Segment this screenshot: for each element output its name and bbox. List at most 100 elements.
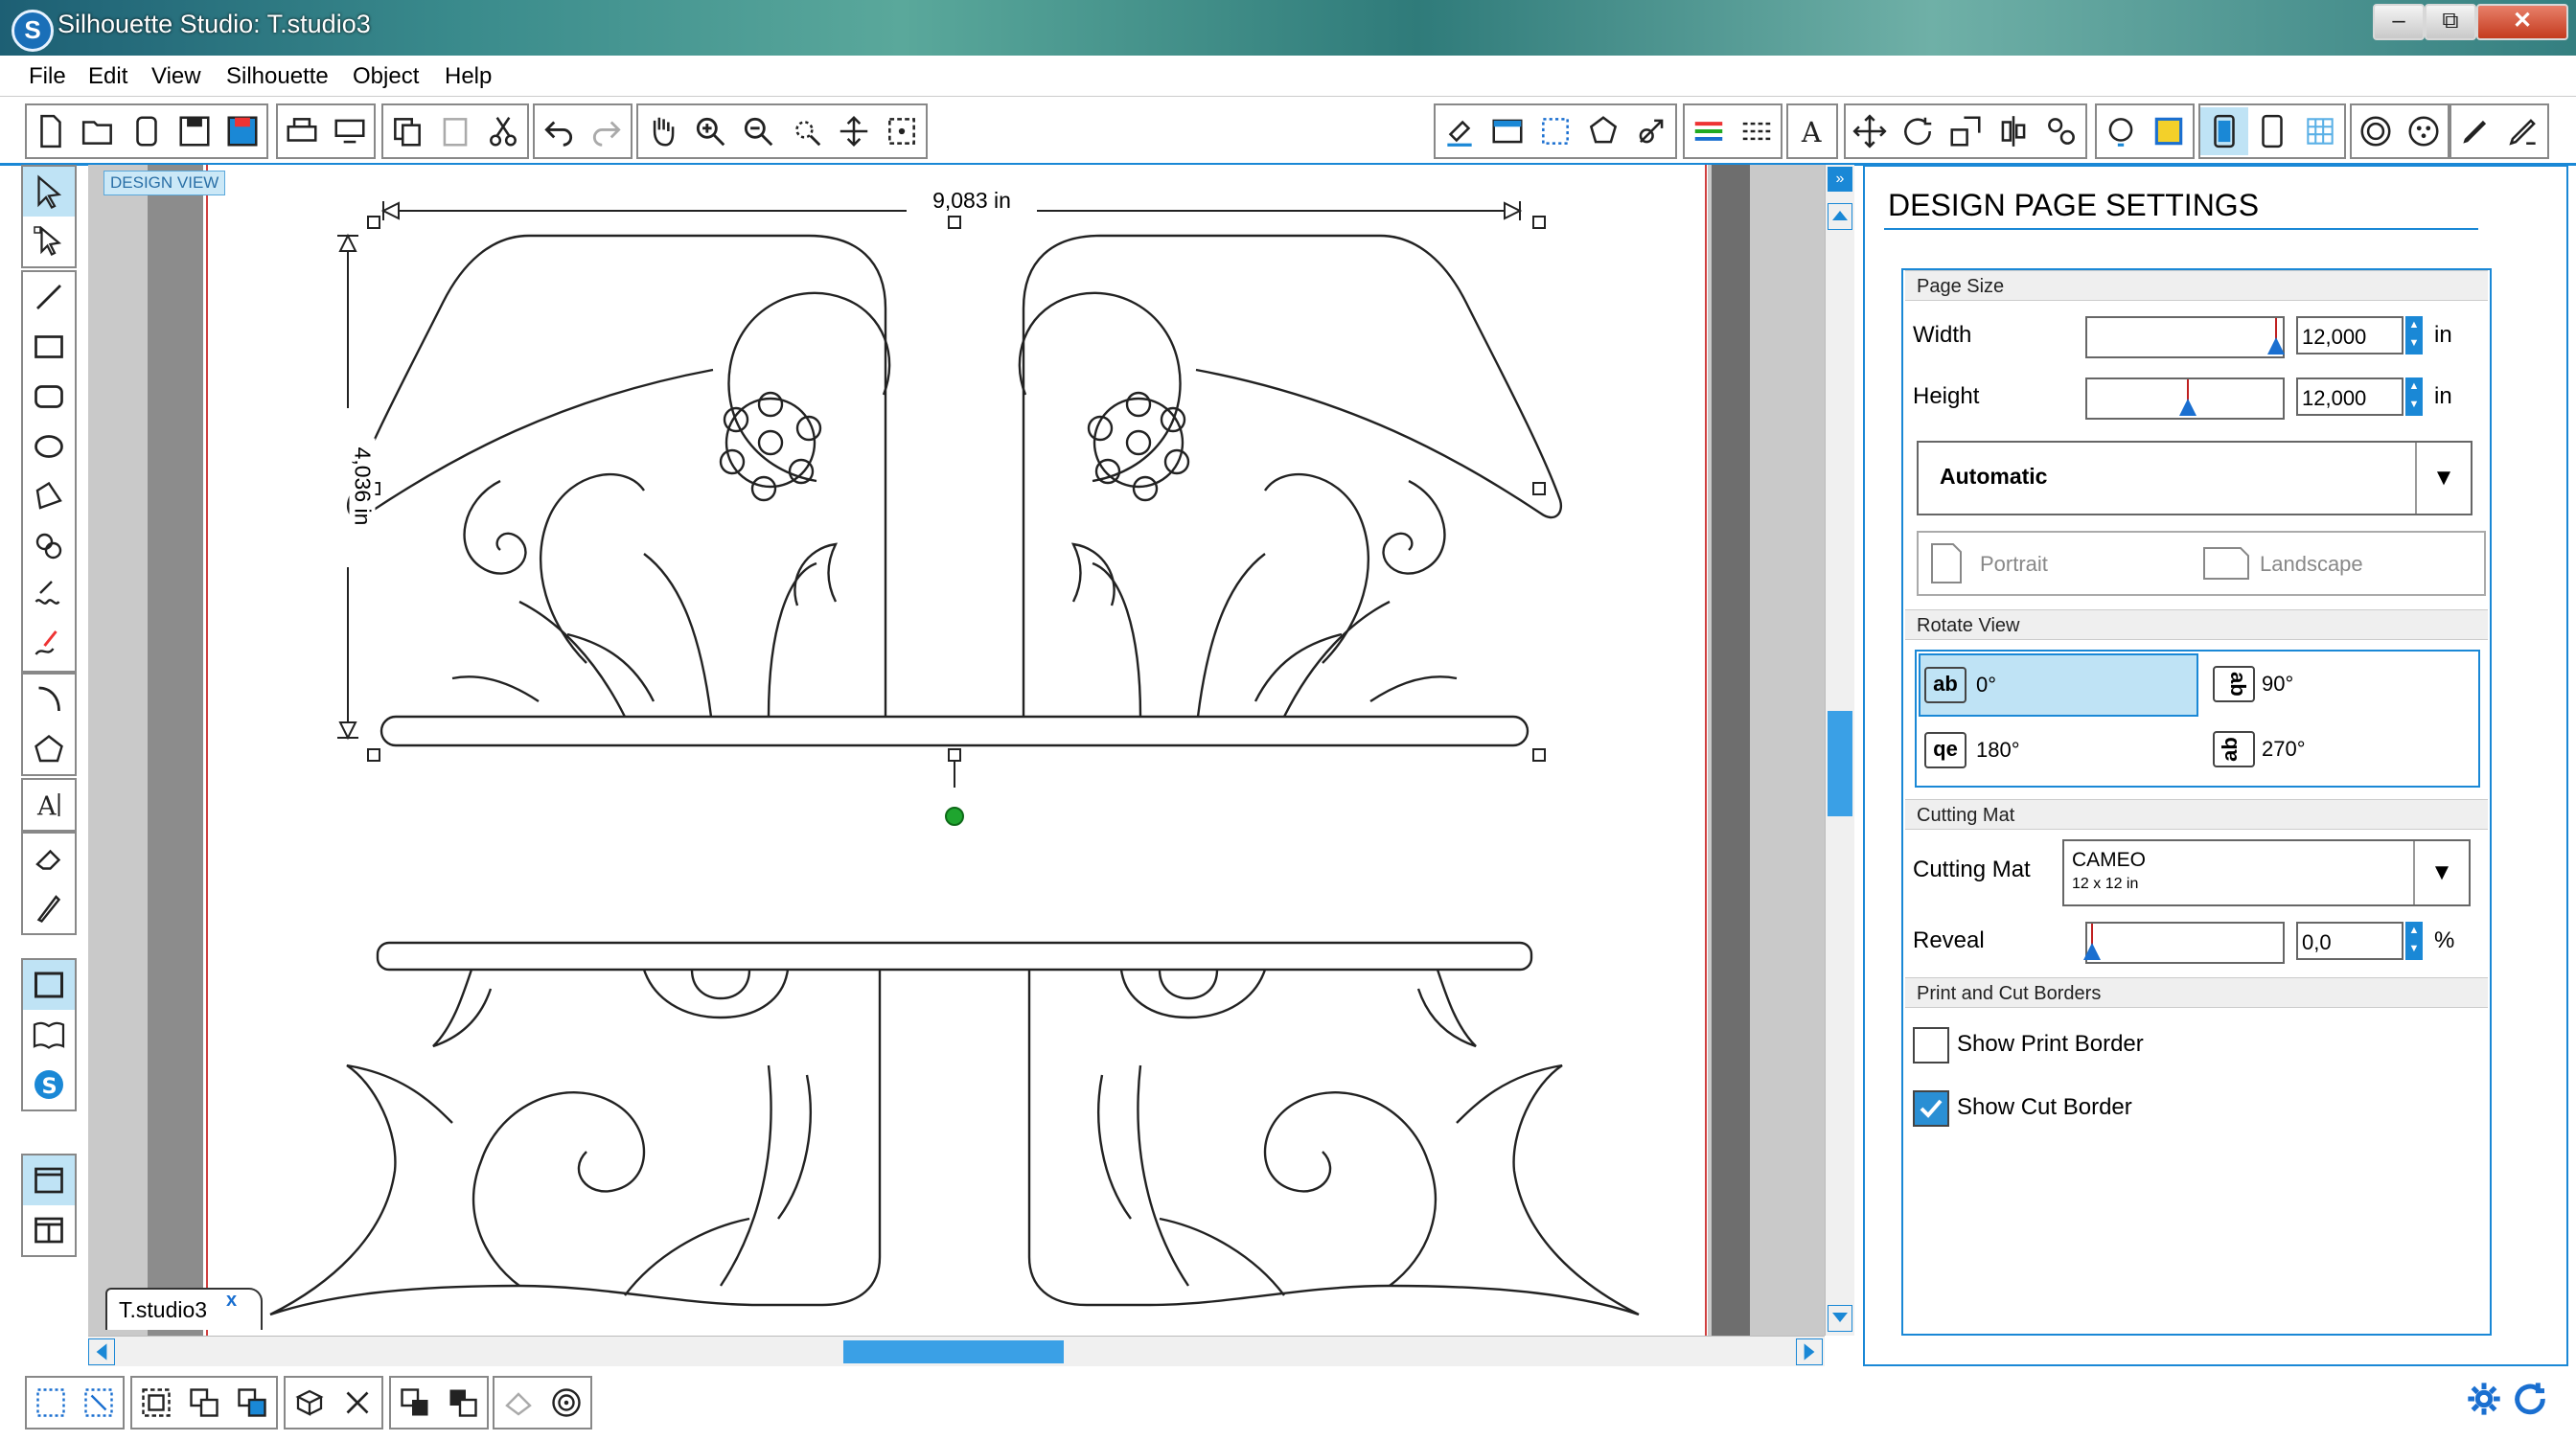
reveal-spinner[interactable]: ▲ ▼	[2405, 922, 2423, 960]
menu-file[interactable]: File	[29, 63, 66, 90]
bottom-design-left[interactable]	[269, 941, 1533, 1316]
page-border-icon[interactable]	[2248, 107, 2296, 155]
chevron-down-icon[interactable]: ▼	[2415, 443, 2471, 514]
rectangle-tool-icon[interactable]	[23, 322, 75, 372]
save-icon[interactable]	[171, 107, 218, 155]
library-book-icon[interactable]	[23, 1010, 75, 1060]
close-button[interactable]: ✕	[2476, 4, 2568, 40]
portrait-icon[interactable]	[1930, 542, 1963, 584]
send-to-back-icon[interactable]	[439, 1379, 487, 1427]
cut-settings-icon[interactable]	[1627, 107, 1675, 155]
height-spinner[interactable]: ▲ ▼	[2405, 377, 2423, 416]
group-icon[interactable]	[132, 1379, 180, 1427]
menu-object[interactable]: Object	[353, 63, 419, 90]
document-tab-close[interactable]: x	[226, 1290, 237, 1312]
grid-settings-icon[interactable]	[1531, 107, 1579, 155]
vertical-scroll-thumb[interactable]	[1828, 711, 1852, 816]
height-input[interactable]: 12,000	[2296, 377, 2404, 416]
move-icon[interactable]	[1846, 107, 1894, 155]
design-canvas[interactable]: DESIGN VIEW 9,083 in 4,036 in	[88, 165, 1832, 1336]
knife-tool-icon[interactable]	[23, 883, 75, 933]
scroll-up-arrow-icon[interactable]	[1828, 203, 1852, 230]
smooth-freehand-tool-icon[interactable]	[23, 621, 75, 671]
width-slider[interactable]	[2085, 316, 2285, 358]
silhouette-store-icon[interactable]: S	[23, 1060, 75, 1109]
show-cut-border-checkbox[interactable]	[1913, 1090, 1949, 1127]
pan-hand-icon[interactable]	[638, 107, 686, 155]
scale-icon[interactable]	[1942, 107, 1990, 155]
offset-target-icon[interactable]	[542, 1379, 590, 1427]
reveal-slider-thumb[interactable]	[2083, 943, 2101, 960]
offset-icon[interactable]	[2352, 107, 2400, 155]
settings-gear-icon[interactable]	[2465, 1380, 2503, 1418]
line-style-icon[interactable]	[1733, 107, 1781, 155]
ellipse-tool-icon[interactable]	[23, 422, 75, 471]
vertical-scrollbar[interactable]: »	[1825, 165, 1854, 1336]
freehand-tool-icon[interactable]	[23, 571, 75, 621]
text-tool-icon[interactable]: A	[23, 780, 75, 830]
rotate-270-option[interactable]: ab 270°	[2213, 728, 2306, 770]
scroll-left-arrow-icon[interactable]	[88, 1338, 115, 1365]
select-arrow-icon[interactable]	[23, 167, 75, 217]
zoom-drag-icon[interactable]	[830, 107, 878, 155]
line-color-icon[interactable]	[1685, 107, 1733, 155]
text-style-icon[interactable]: A	[1788, 107, 1836, 155]
horizontal-scroll-thumb[interactable]	[843, 1340, 1064, 1363]
top-design-left[interactable]	[346, 234, 1530, 747]
send-to-silhouette-icon[interactable]	[326, 107, 374, 155]
bottom-design-right[interactable]	[1027, 969, 1640, 1316]
paste-icon[interactable]	[431, 107, 479, 155]
rotate-icon[interactable]	[1894, 107, 1942, 155]
height-slider[interactable]	[2085, 377, 2285, 420]
collapse-panel-icon[interactable]: »	[1828, 167, 1852, 192]
maximize-button[interactable]: ⧉	[2425, 4, 2476, 40]
menu-edit[interactable]: Edit	[88, 63, 127, 90]
undo-icon[interactable]	[535, 107, 583, 155]
registration-marks-icon[interactable]	[1579, 107, 1627, 155]
replicate-icon[interactable]	[2037, 107, 2085, 155]
regular-polygon-tool-icon[interactable]	[23, 724, 75, 774]
scroll-right-arrow-icon[interactable]	[1796, 1338, 1823, 1365]
zoom-out-icon[interactable]	[734, 107, 782, 155]
sketch-icon[interactable]	[2400, 107, 2448, 155]
pen-settings-icon[interactable]	[2451, 107, 2499, 155]
release-compound-icon[interactable]	[494, 1379, 542, 1427]
single-view-icon[interactable]	[23, 1155, 75, 1205]
menu-view[interactable]: View	[151, 63, 201, 90]
cut-scissors-icon[interactable]	[479, 107, 527, 155]
design-view-icon[interactable]	[23, 960, 75, 1010]
menu-silhouette[interactable]: Silhouette	[226, 63, 329, 90]
zoom-selection-icon[interactable]	[782, 107, 830, 155]
height-slider-thumb[interactable]	[2179, 399, 2196, 416]
trace-icon[interactable]	[2145, 107, 2193, 155]
portrait-option[interactable]: Portrait	[1980, 552, 2048, 577]
deselect-icon[interactable]	[75, 1379, 123, 1427]
rounded-rectangle-tool-icon[interactable]	[23, 372, 75, 422]
redo-icon[interactable]	[583, 107, 631, 155]
reveal-input[interactable]: 0,0	[2296, 922, 2404, 960]
landscape-icon[interactable]	[2202, 546, 2250, 581]
edit-points-icon[interactable]	[23, 217, 75, 266]
make-compound-path-icon[interactable]	[228, 1379, 276, 1427]
select-all-icon[interactable]	[27, 1379, 75, 1427]
rotate-90-option[interactable]: ab 90°	[2213, 663, 2293, 705]
show-print-border-checkbox[interactable]	[1913, 1027, 1949, 1064]
rotate-0-option[interactable]: ab 0°	[1924, 667, 1996, 703]
line-tool-icon[interactable]	[23, 272, 75, 322]
mat-chevron-down-icon[interactable]: ▼	[2413, 841, 2469, 904]
horizontal-scrollbar[interactable]	[88, 1336, 1825, 1367]
new-file-icon[interactable]	[27, 107, 75, 155]
refresh-icon[interactable]	[2511, 1380, 2549, 1418]
scroll-down-arrow-icon[interactable]	[1828, 1305, 1852, 1332]
ungroup-icon[interactable]	[180, 1379, 228, 1427]
page-settings-icon[interactable]	[1484, 107, 1531, 155]
page-size-dropdown[interactable]: Automatic ▼	[1917, 441, 2472, 515]
grid-view-icon[interactable]	[2296, 107, 2344, 155]
width-spinner[interactable]: ▲ ▼	[2405, 316, 2423, 355]
open-folder-icon[interactable]	[75, 107, 123, 155]
split-view-icon[interactable]	[23, 1205, 75, 1255]
curve-tool-icon[interactable]	[23, 521, 75, 571]
eraser-tool-icon[interactable]	[23, 834, 75, 883]
zoom-in-icon[interactable]	[686, 107, 734, 155]
duplicate-icon[interactable]	[286, 1379, 334, 1427]
